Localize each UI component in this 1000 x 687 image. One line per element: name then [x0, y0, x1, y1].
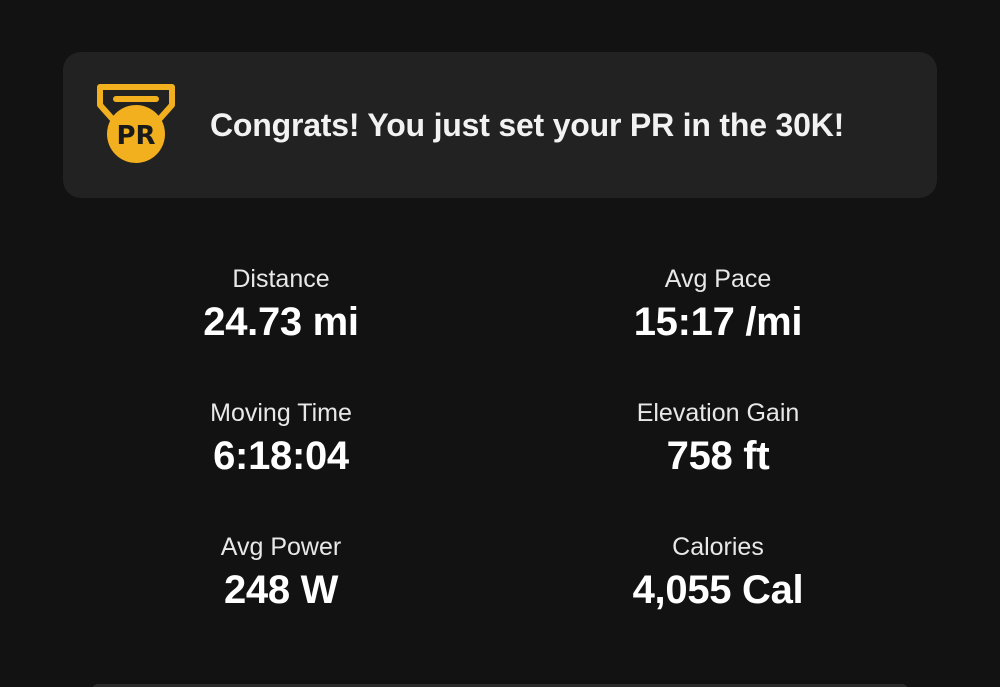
stat-label: Elevation Gain [636, 399, 800, 427]
pr-message: Congrats! You just set your PR in the 30… [210, 106, 845, 143]
stat-label: Avg Pace [664, 265, 772, 293]
stat-label: Calories [672, 533, 764, 561]
stat-value: 248 W [223, 568, 339, 612]
stat-value: 4,055 Cal [632, 568, 804, 612]
stat-calories: Calories 4,055 Cal [538, 532, 898, 614]
stat-avg-pace: Avg Pace 15:17 /mi [538, 264, 898, 346]
stat-label: Moving Time [210, 399, 352, 427]
stat-distance: Distance 24.73 mi [101, 264, 461, 346]
stat-value: 6:18:04 [213, 434, 349, 478]
stat-moving-time: Moving Time 6:18:04 [101, 398, 461, 480]
pr-medal-icon: PR [97, 84, 175, 163]
stat-value: 15:17 /mi [633, 300, 803, 344]
activity-stats-screen: PR Congrats! You just set your PR in the… [0, 0, 1000, 687]
pr-badge-text: PR [116, 121, 155, 151]
stat-value: 24.73 mi [203, 300, 359, 344]
pr-achievement-banner[interactable]: PR Congrats! You just set your PR in the… [63, 52, 937, 198]
stat-value: 758 ft [666, 434, 770, 478]
stat-label: Avg Power [220, 533, 342, 561]
stat-elevation-gain: Elevation Gain 758 ft [538, 398, 898, 480]
stat-avg-power: Avg Power 248 W [101, 532, 461, 614]
stat-label: Distance [232, 265, 330, 293]
